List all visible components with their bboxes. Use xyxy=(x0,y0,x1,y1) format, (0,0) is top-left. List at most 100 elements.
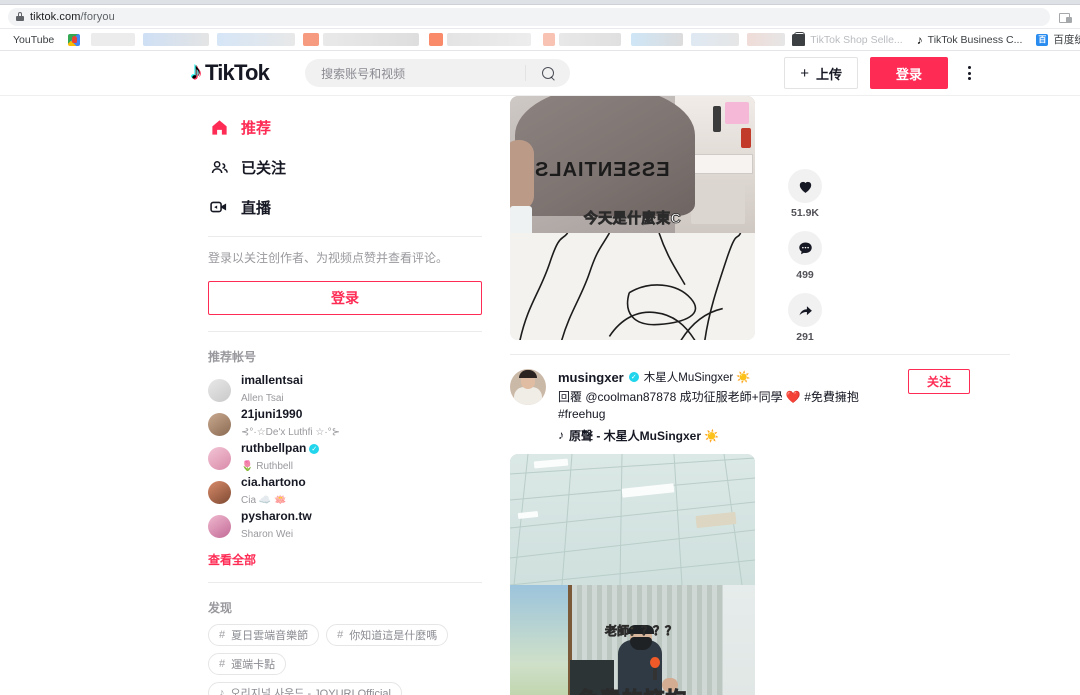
bookmark-tiktok-business[interactable]: ♪ TikTok Business C... xyxy=(910,30,1030,50)
person-shirt xyxy=(515,96,695,216)
video-scene-lower xyxy=(510,232,755,340)
account-displayname: 🌷 Ruthbell xyxy=(241,461,293,473)
home-icon xyxy=(208,116,230,138)
sidebar-label: 已关注 xyxy=(241,159,287,177)
post-avatar[interactable] xyxy=(510,369,546,405)
post-username: musingxer xyxy=(558,369,624,385)
discover-tag-hashtag[interactable]: # 夏日雲端音樂節 xyxy=(208,624,320,647)
bookmark-tiktok-shop[interactable]: TikTok Shop Selle... xyxy=(785,30,909,50)
bookmark-blurred[interactable] xyxy=(303,33,320,46)
more-options-icon[interactable] xyxy=(960,66,978,80)
sidebar: 推荐 已关注 直播 登录以关注创作者、为视频点赞并查看评论。 登录 推荐帐号 i… xyxy=(190,96,500,695)
account-item[interactable]: pysharon.tw Sharon Wei xyxy=(208,509,500,543)
share-icon xyxy=(788,293,822,327)
account-item[interactable]: imallentsai Allen Tsai xyxy=(208,373,500,407)
video-overlay-bottom-text: 免費的擁抱 xyxy=(510,684,755,695)
account-item[interactable]: cia.hartono Cia ☁️ 🪷 xyxy=(208,475,500,509)
suggested-accounts-title: 推荐帐号 xyxy=(208,350,257,365)
bookmark-baidu-tongji[interactable]: 百 百度统计 xyxy=(1029,30,1080,50)
discover-tag-music[interactable]: ♪ 오리지널 사운드 - JOYURI Official xyxy=(208,682,402,695)
account-username: 21juni1990 xyxy=(241,408,303,422)
music-note-icon: ♪ xyxy=(558,428,564,443)
login-prompt-text: 登录以关注创作者、为视频点赞并查看评论。 xyxy=(208,251,449,265)
post-author[interactable]: musingxer ✓ 木星人MuSingxer ☀️ xyxy=(558,369,908,385)
account-item[interactable]: ruthbellpan ✓ 🌷 Ruthbell xyxy=(208,441,500,475)
see-all-link[interactable]: 查看全部 xyxy=(208,551,500,568)
noodle-drawing xyxy=(519,232,742,340)
url-text: tiktok.com/foryou xyxy=(30,10,115,23)
bookmark-blurred[interactable] xyxy=(217,33,296,46)
account-item[interactable]: 21juni1990 ⊰°·☆D​e'x Luthfi ☆·°⊱ xyxy=(208,407,500,441)
bookmark-blurred[interactable] xyxy=(447,33,532,46)
upload-label: 上传 xyxy=(815,66,842,82)
comment-button[interactable]: 499 xyxy=(788,231,822,289)
upload-button[interactable]: + 上传 xyxy=(784,57,858,89)
post-music[interactable]: ♪ 原聲 - 木星人MuSingxer ☀️ xyxy=(558,427,908,444)
address-bar[interactable]: tiktok.com/foryou xyxy=(8,7,1050,26)
discover-tag-hashtag[interactable]: # 你知道這是什麼嗎 xyxy=(326,624,449,647)
bookmark-youtube[interactable]: YouTube xyxy=(6,30,61,50)
share-page-icon[interactable] xyxy=(1058,10,1072,24)
bookmark-blurred[interactable] xyxy=(747,33,786,46)
browser-chrome: tiktok.com/foryou YouTube TikTok Shop Se… xyxy=(0,0,1080,51)
baidu-icon: 百 xyxy=(1036,33,1049,46)
bookmark-blurred[interactable] xyxy=(691,33,740,46)
divider xyxy=(208,331,482,333)
bookmark-blurred[interactable] xyxy=(631,33,684,46)
login-button[interactable]: 登录 xyxy=(870,57,948,89)
bookmark-label: 百度统计 xyxy=(1053,34,1080,46)
verified-badge-icon: ✓ xyxy=(309,444,320,455)
video-overlay-top-text: 老師：？？？ xyxy=(605,623,678,638)
account-displayname: Sharon Wei xyxy=(241,529,294,541)
mural-board xyxy=(510,584,572,695)
search-box[interactable]: 搜索账号和视频 xyxy=(305,59,571,87)
music-note-icon: ♪ xyxy=(219,687,225,695)
tiktok-note-icon: ♪ xyxy=(916,32,923,47)
video-player-bottom[interactable]: 老師：？？？ 免費的擁抱 xyxy=(510,453,755,695)
shop-bag-icon xyxy=(792,31,806,46)
bookmark-blurred[interactable] xyxy=(323,33,420,46)
search-button[interactable] xyxy=(526,59,570,87)
video-feed: ESSENTIALS 今天是什麼東C 51.9K 499 291 musingx… xyxy=(500,96,1080,695)
microphone xyxy=(650,656,660,668)
avatar xyxy=(208,378,231,402)
like-button[interactable]: 51.9K xyxy=(788,169,822,227)
people-icon xyxy=(208,156,230,178)
video-action-bar-top: 51.9K 499 291 xyxy=(782,169,828,351)
ceiling xyxy=(510,453,755,585)
tiktok-wordmark: TikTok xyxy=(205,60,270,85)
bookmark-blurred[interactable] xyxy=(559,33,622,46)
bookmark-blurred[interactable] xyxy=(143,33,210,46)
bookmark-label: YouTube xyxy=(13,33,55,46)
video-player-top[interactable]: ESSENTIALS 今天是什麼東C xyxy=(510,96,755,340)
sidebar-label: 推荐 xyxy=(241,119,272,137)
account-username: cia.hartono xyxy=(241,476,306,490)
share-button[interactable]: 291 xyxy=(788,293,822,351)
tiktok-note-icon: ♪ xyxy=(190,58,202,85)
follow-button[interactable]: 关注 xyxy=(908,369,970,394)
discover-tag-hashtag[interactable]: # 運端卡點 xyxy=(208,653,287,676)
account-displayname: ⊰°·☆D​e'x Luthfi ☆·°⊱ xyxy=(241,427,341,439)
bookmark-blurred[interactable] xyxy=(429,33,444,46)
search-input[interactable]: 搜索账号和视频 xyxy=(305,65,525,82)
comment-count: 499 xyxy=(796,269,814,281)
bookmark-gmaps[interactable] xyxy=(61,30,87,50)
sidebar-item-following[interactable]: 已关注 xyxy=(208,150,500,184)
feed-item-post: musingxer ✓ 木星人MuSingxer ☀️ 回覆 @coolman8… xyxy=(500,355,1010,444)
post-displayname: 木星人MuSingxer ☀️ xyxy=(643,372,751,384)
verified-badge-icon: ✓ xyxy=(628,372,639,382)
avatar xyxy=(208,514,231,538)
discover-title: 发现 xyxy=(208,601,233,616)
bookmark-blurred[interactable] xyxy=(543,33,556,46)
sidebar-item-live[interactable]: 直播 xyxy=(208,190,500,224)
divider xyxy=(208,582,482,584)
avatar xyxy=(208,480,231,504)
sidebar-item-foryou[interactable]: 推荐 xyxy=(208,110,500,144)
share-count: 291 xyxy=(796,331,814,343)
tiktok-logo[interactable]: ♪ TikTok xyxy=(190,58,270,86)
bookmark-blurred[interactable] xyxy=(91,33,136,46)
sidebar-login-button[interactable]: 登录 xyxy=(208,281,482,316)
hashtag-icon: # xyxy=(337,629,344,642)
hashtag-icon: # xyxy=(219,658,226,671)
omnibox-row: tiktok.com/foryou xyxy=(0,5,1080,29)
